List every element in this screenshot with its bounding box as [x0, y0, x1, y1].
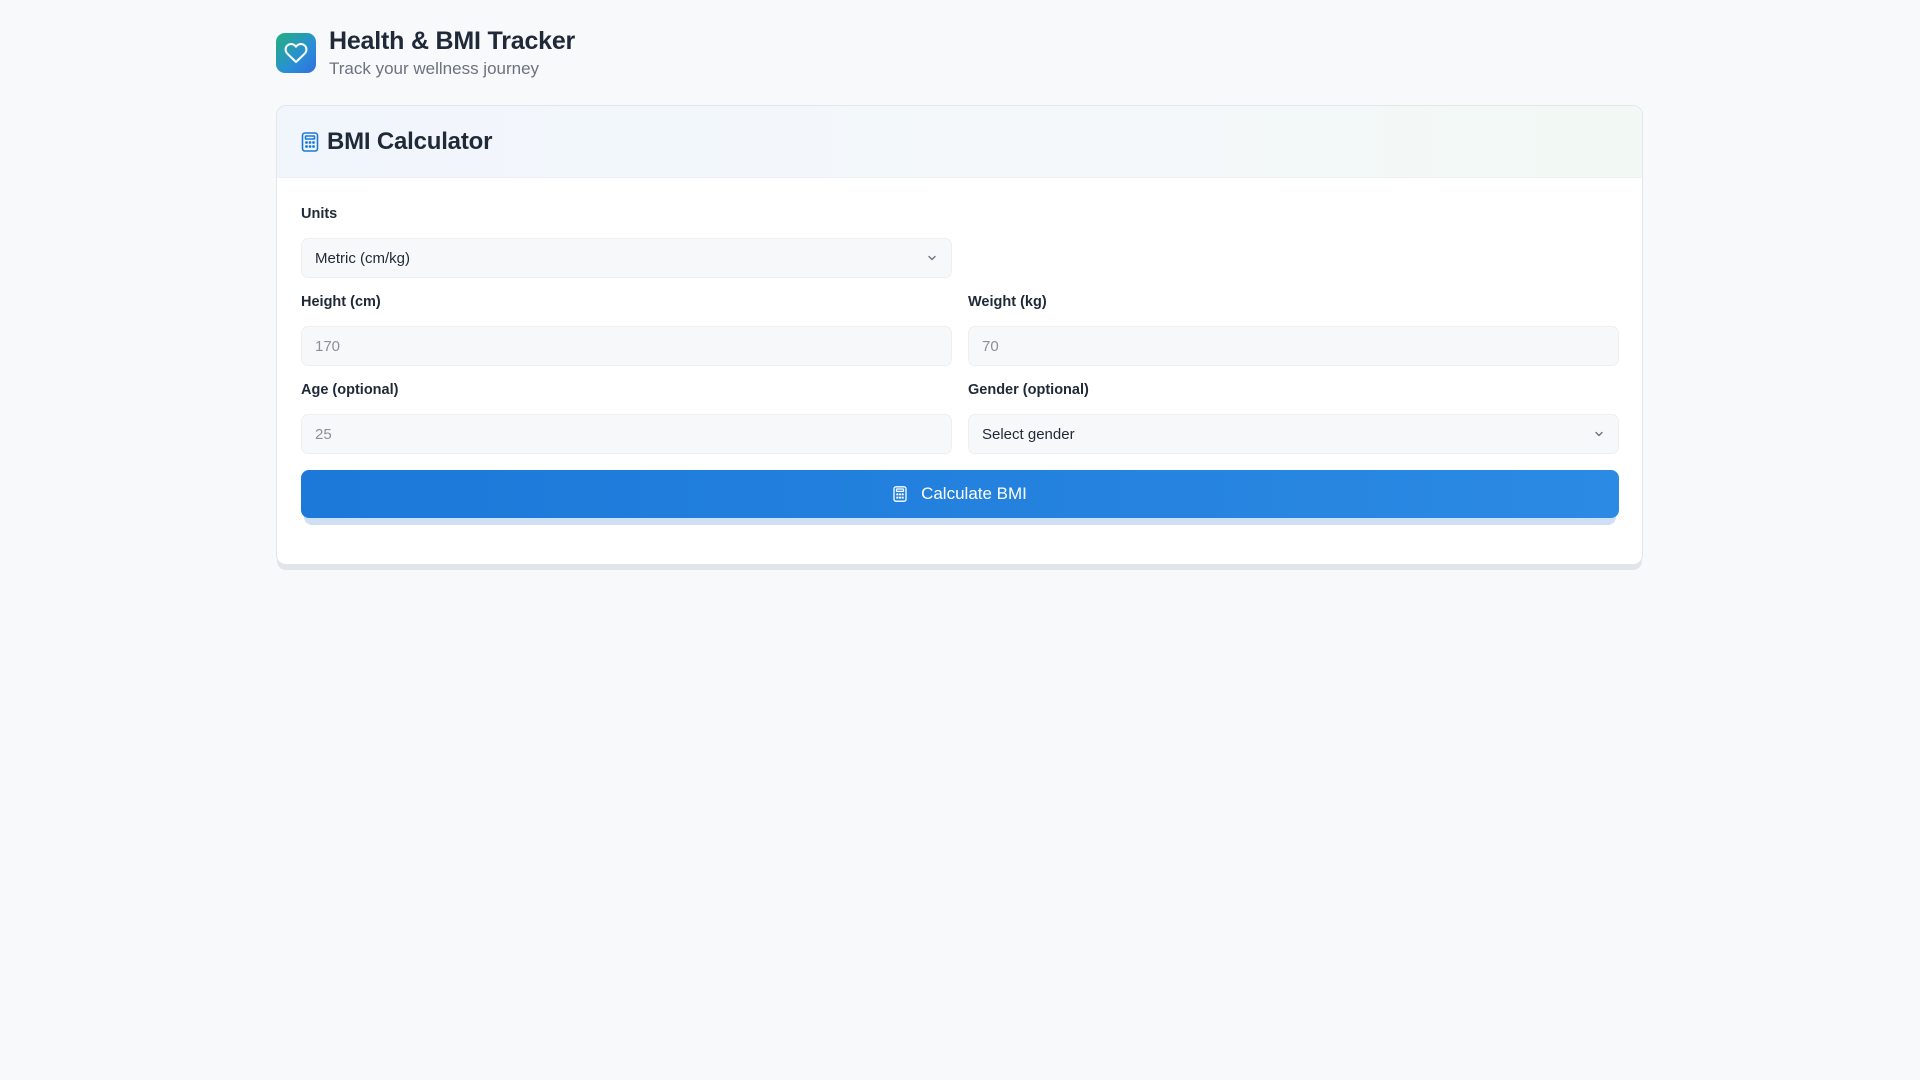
units-label: Units — [301, 206, 338, 222]
calculate-bmi-button[interactable]: Calculate BMI — [301, 470, 1619, 518]
heart-icon — [284, 41, 308, 65]
gender-select[interactable]: Select gender — [968, 414, 1619, 454]
gender-label: Gender (optional) — [968, 382, 1089, 398]
app-subtitle: Track your wellness journey — [329, 59, 540, 78]
age-label: Age (optional) — [301, 382, 399, 398]
bmi-calculator-card: BMI Calculator Units Metric (cm/kg) Heig… — [276, 105, 1643, 565]
app-logo — [276, 33, 316, 73]
units-select-value: Metric (cm/kg) — [315, 249, 410, 267]
age-field: Age (optional) — [301, 380, 952, 454]
calculate-button-wrap: Calculate BMI — [301, 470, 1619, 525]
units-field: Units Metric (cm/kg) — [301, 204, 952, 278]
calculator-icon — [893, 486, 907, 502]
app-title: Health & BMI Tracker — [329, 27, 576, 55]
calculate-bmi-label: Calculate BMI — [921, 484, 1027, 503]
gender-select-value: Select gender — [982, 425, 1075, 443]
page: Health & BMI Tracker Track your wellness… — [276, 26, 1643, 565]
calculator-icon — [301, 131, 319, 152]
app-header: Health & BMI Tracker Track your wellness… — [276, 26, 1643, 80]
chevron-down-icon — [1593, 428, 1605, 440]
weight-label: Weight (kg) — [968, 294, 1047, 310]
weight-field: Weight (kg) — [968, 292, 1619, 366]
card-header: BMI Calculator — [277, 106, 1642, 178]
weight-input[interactable] — [968, 326, 1619, 366]
height-label: Height (cm) — [301, 294, 381, 310]
height-field: Height (cm) — [301, 292, 952, 366]
card-title: BMI Calculator — [327, 127, 493, 155]
chevron-down-icon — [926, 252, 938, 264]
units-select[interactable]: Metric (cm/kg) — [301, 238, 952, 278]
height-input[interactable] — [301, 326, 952, 366]
gender-field: Gender (optional) Select gender — [968, 380, 1619, 454]
age-input[interactable] — [301, 414, 952, 454]
